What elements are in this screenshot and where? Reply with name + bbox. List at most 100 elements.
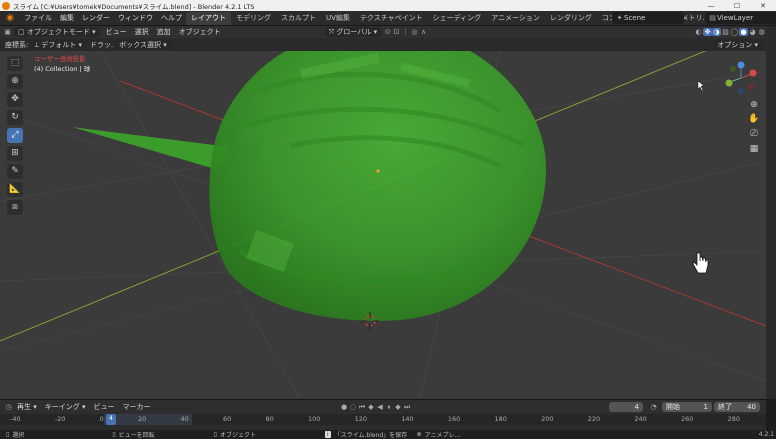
overlay-icon[interactable]: ◑ <box>712 28 721 36</box>
menu-render[interactable]: レンダー <box>78 13 114 23</box>
jump-end-icon[interactable]: ⏭ <box>403 403 412 412</box>
ruler-tick: 160 <box>447 415 461 423</box>
arrow-cursor-icon <box>697 80 705 92</box>
transform-orientation-dropdown[interactable]: ⤧ グローバル ▾ <box>324 27 382 37</box>
menu-file[interactable]: ファイル <box>20 13 56 23</box>
ortho-grid-icon[interactable]: ▦ <box>748 144 760 156</box>
drag-dropdown[interactable]: ボックス選択 ▾ <box>115 39 171 50</box>
navigation-gizmo[interactable] <box>722 60 760 96</box>
3d-viewport[interactable] <box>0 51 766 399</box>
scene-selector[interactable]: ✦ Scene <box>612 12 684 24</box>
current-frame-field[interactable]: 4 <box>609 402 643 412</box>
editor-type-icon[interactable]: ▣ <box>3 28 12 36</box>
camera-view-icon[interactable]: ⎚ <box>748 129 760 141</box>
scene-icon: ✦ <box>616 14 623 22</box>
cursor-tool-icon[interactable]: ⊕ <box>7 74 23 89</box>
tool-shelf: ⬚ ⊕ ✥ ↻ ⤢ ⊞ ✎ 📐 ⧈ <box>7 56 25 218</box>
clock-icon[interactable]: ◔ <box>649 403 658 411</box>
annotate-tool-icon[interactable]: ✎ <box>7 164 23 179</box>
prev-keyframe-icon[interactable]: ◆ <box>367 403 376 411</box>
scale-tool-icon[interactable]: ⤢ <box>7 128 23 143</box>
menu-help[interactable]: ヘルプ <box>157 13 186 23</box>
play-reverse-icon[interactable]: ◀ <box>376 403 385 411</box>
close-button[interactable]: ✕ <box>750 2 776 10</box>
status-anim-player[interactable]: アニメプレ... <box>425 430 461 439</box>
view-layer-selector[interactable]: ▤ ViewLayer <box>705 12 776 24</box>
transform-tool-icon[interactable]: ⊞ <box>7 146 23 161</box>
tab-sculpt[interactable]: スカルプト <box>276 12 321 25</box>
timeline-view-menu[interactable]: ビュー <box>90 402 119 412</box>
xray-icon[interactable]: ▨ <box>721 28 730 36</box>
shading-solid-icon[interactable]: ● <box>739 28 748 36</box>
status-saved-message: 「スライム.blend」を保存 <box>334 432 408 439</box>
blender-app-icon <box>2 1 10 10</box>
orientation-dropdown[interactable]: ⟂ デフォルト ▾ <box>30 39 87 50</box>
viewport-menu-add[interactable]: 追加 <box>153 27 175 37</box>
playhead[interactable]: 4 <box>106 414 116 425</box>
gizmo-x-icon <box>749 69 757 77</box>
tab-texture-paint[interactable]: テクスチャペイント <box>355 12 428 25</box>
transform-orientation-label: グローバル <box>336 28 372 36</box>
measure-tool-icon[interactable]: 📐 <box>7 182 23 197</box>
timeline-ruler[interactable]: -40 -20 0 20 40 60 80 100 120 140 160 18… <box>0 414 766 425</box>
viewport-menu-view[interactable]: ビュー <box>102 27 131 37</box>
shading-wireframe-icon[interactable]: ◯ <box>730 28 739 36</box>
falloff-icon[interactable]: ∧ <box>419 28 428 36</box>
tab-animation[interactable]: アニメーション <box>486 12 545 25</box>
rotate-tool-icon[interactable]: ↻ <box>7 110 23 125</box>
timeline-keying-menu[interactable]: キーイング ▾ <box>41 402 90 412</box>
snap-icon[interactable]: ⊡ <box>392 28 401 36</box>
collection-object-label: (4) Collection | 球 <box>34 65 91 73</box>
timeline-header: ◷ 再生 ▾ キーイング ▾ ビュー マーカー ● ◌ ⏮ ◆ ◀ ⏸ ◆ ⏭ … <box>0 399 766 414</box>
tab-modeling[interactable]: モデリング <box>231 12 276 25</box>
auto-key-icon[interactable]: ◌ <box>349 403 358 411</box>
window-title: スライム [C:¥Users¥tomek¥Documents¥スライム.blen… <box>13 2 255 11</box>
select-box-tool-icon[interactable]: ⬚ <box>7 56 23 71</box>
tab-rendering[interactable]: レンダリング <box>545 12 597 25</box>
snap-target-icon[interactable]: ⋮ <box>401 28 410 36</box>
pivot-icon[interactable]: ⊙ <box>383 28 392 36</box>
gizmo-z-icon <box>737 61 745 69</box>
options-dropdown[interactable]: オプション ▾ <box>713 39 762 50</box>
minimize-button[interactable]: — <box>698 2 724 10</box>
pause-icon[interactable]: ⏸ <box>385 403 394 412</box>
next-keyframe-icon[interactable]: ◆ <box>394 403 403 411</box>
add-cube-tool-icon[interactable]: ⧈ <box>7 200 23 215</box>
viewport-header: ▣ ▢ オブジェクトモード ▾ ビュー 選択 追加 オブジェクト ⤧ グローバル… <box>0 26 766 38</box>
shading-rendered-icon[interactable]: ◍ <box>757 28 766 36</box>
zoom-icon[interactable]: ⊕ <box>748 100 760 112</box>
ruler-tick: 80 <box>265 415 274 423</box>
gizmo-icon[interactable]: ✥ <box>703 28 712 36</box>
ruler-tick: 140 <box>401 415 414 423</box>
maximize-button[interactable]: ☐ <box>724 2 750 10</box>
viewport-menu-select[interactable]: 選択 <box>131 27 153 37</box>
visibility-icon[interactable]: ◐ <box>694 28 703 36</box>
view-perspective-label: ユーザー透視投影 <box>34 55 86 63</box>
tab-shading[interactable]: シェーディング <box>428 12 487 25</box>
shading-material-icon[interactable]: ◕ <box>748 28 757 36</box>
info-icon: i <box>324 431 331 438</box>
menu-edit[interactable]: 編集 <box>56 13 78 23</box>
record-icon[interactable]: ● <box>340 403 349 411</box>
mouse-left-icon: ▯ <box>6 431 10 438</box>
start-frame-field[interactable]: 開始 1 <box>662 402 712 412</box>
menu-window[interactable]: ウィンドウ <box>114 13 157 23</box>
timeline-marker-menu[interactable]: マーカー <box>119 402 155 412</box>
move-tool-icon[interactable]: ✥ <box>7 92 23 107</box>
ruler-tick: 0 <box>99 415 104 423</box>
view-layer-name: ViewLayer <box>717 14 754 22</box>
proportional-edit-icon[interactable]: ◎ <box>410 28 419 36</box>
end-frame-field[interactable]: 終了 40 <box>714 402 760 412</box>
timeline-playback-menu[interactable]: 再生 ▾ <box>13 402 41 412</box>
mode-dropdown[interactable]: ▢ オブジェクトモード ▾ <box>14 27 100 37</box>
viewport-menu-object[interactable]: オブジェクト <box>175 27 225 37</box>
blender-logo-icon[interactable]: ◉ <box>3 13 17 24</box>
pan-hand-icon[interactable]: ✋ <box>748 114 760 126</box>
options-label: オプション <box>717 40 753 49</box>
tab-uv-editing[interactable]: UV編集 <box>321 12 355 25</box>
tab-layout[interactable]: レイアウト <box>186 11 231 25</box>
orientation-value: デフォルト <box>41 40 77 49</box>
properties-panel-edge <box>766 26 776 399</box>
timeline-editor-icon[interactable]: ◷ <box>4 403 13 411</box>
jump-start-icon[interactable]: ⏮ <box>358 403 367 412</box>
